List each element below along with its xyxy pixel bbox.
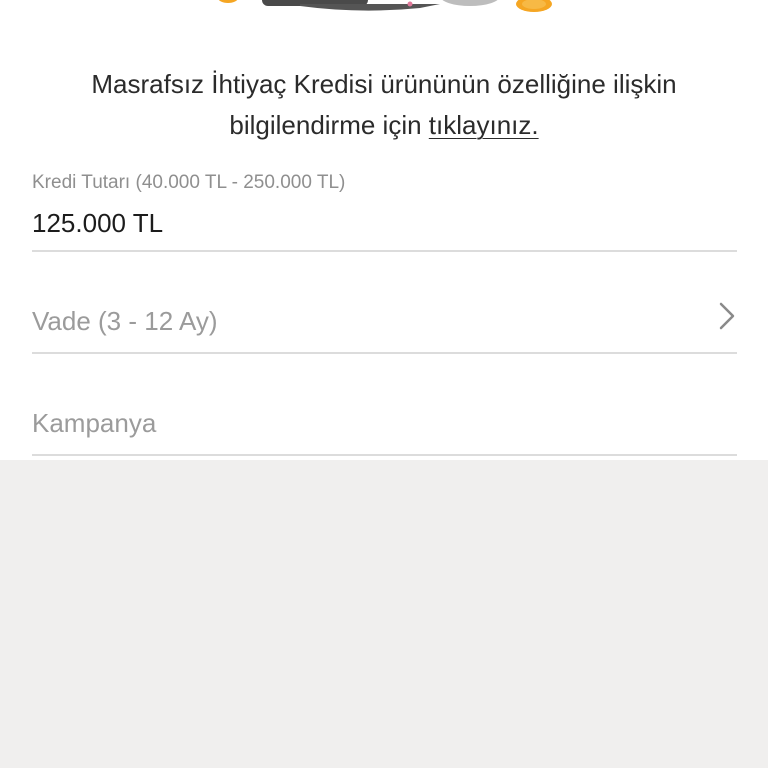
loan-amount-label: Kredi Tutarı (40.000 TL - 250.000 TL): [32, 172, 346, 193]
campaign-placeholder: Kampanya: [32, 408, 157, 438]
bag-shape: [442, 0, 498, 6]
loan-illustration: [218, 0, 552, 12]
chevron-right-icon[interactable]: [717, 300, 737, 332]
tag-dot: [407, 1, 413, 7]
term-field[interactable]: Vade (3 - 12 Ay): [32, 282, 737, 354]
coin-left: [218, 0, 238, 3]
info-text: Masrafsız İhtiyaç Kredisi ürününün özell…: [40, 64, 728, 146]
details-link[interactable]: tıklayınız.: [429, 110, 539, 140]
campaign-field[interactable]: Kampanya: [32, 384, 737, 456]
term-placeholder: Vade (3 - 12 Ay): [32, 306, 218, 336]
form-sheet: Masrafsız İhtiyaç Kredisi ürününün özell…: [0, 0, 768, 460]
info-text-body: Masrafsız İhtiyaç Kredisi ürününün özell…: [91, 69, 677, 140]
wallet-shadow: [300, 4, 440, 11]
loan-amount-field[interactable]: Kredi Tutarı (40.000 TL - 250.000 TL) 12…: [32, 168, 737, 252]
loan-amount-value[interactable]: 125.000 TL: [32, 208, 163, 239]
